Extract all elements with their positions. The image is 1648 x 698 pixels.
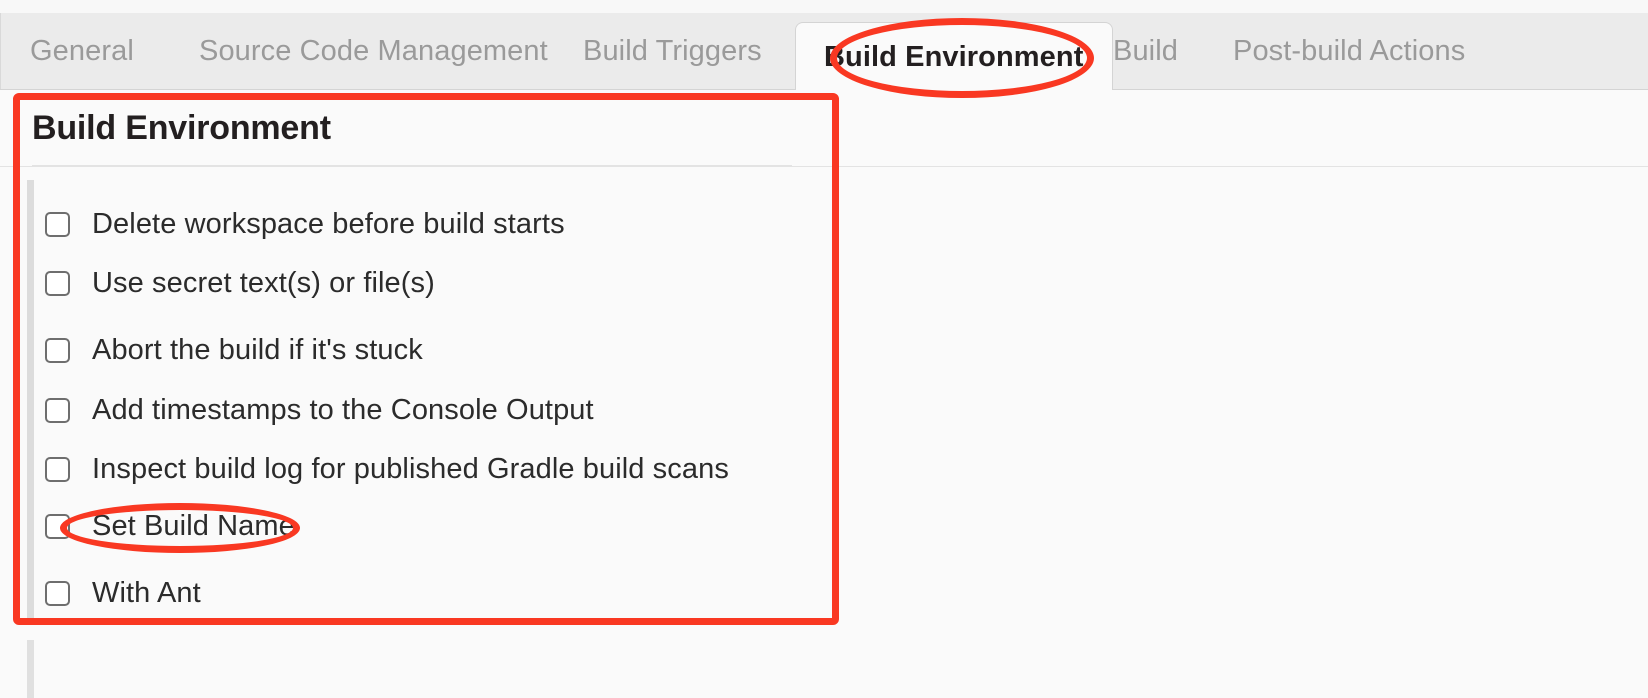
heading-divider [0,166,1648,167]
checkbox-set-build-name[interactable] [45,513,70,539]
checkbox-label: Use secret text(s) or file(s) [92,266,435,299]
tab-label: General [30,35,134,67]
tab-build[interactable]: Build [1113,13,1178,90]
checkbox-row-inspect-build-log-for-published-gradle-build-scans[interactable]: Inspect build log for published Gradle b… [45,452,729,485]
tab-label: Post-build Actions [1233,35,1466,67]
checkbox-inspect-build-log-for-published-gradle-build-scans[interactable] [45,456,70,482]
checkbox-abort-the-build-if-it-s-stuck[interactable] [45,337,70,363]
checkbox-label: Inspect build log for published Gradle b… [92,452,729,485]
build-environment-panel: Build Environment Delete workspace befor… [0,90,1648,698]
checkbox-delete-workspace-before-build-starts[interactable] [45,211,70,237]
checkbox-row-use-secret-text-s-or-file-s[interactable]: Use secret text(s) or file(s) [45,266,435,299]
tab-build-triggers[interactable]: Build Triggers [583,13,762,90]
heading-divider-inner [32,165,792,166]
tab-source-code-management[interactable]: Source Code Management [199,13,548,90]
top-strip [0,0,1648,13]
checkbox-label: With Ant [92,576,201,609]
tab-label: Build Triggers [583,35,762,67]
checkbox-row-abort-the-build-if-it-s-stuck[interactable]: Abort the build if it's stuck [45,333,423,366]
checkbox-label: Abort the build if it's stuck [92,333,423,366]
checkbox-row-add-timestamps-to-the-console-output[interactable]: Add timestamps to the Console Output [45,393,594,426]
tab-post-build-actions[interactable]: Post-build Actions [1233,13,1465,90]
tab-bar: General Source Code Management Build Trigg… [0,13,1648,91]
checkbox-row-set-build-name[interactable]: Set Build Name [45,509,295,542]
checkbox-add-timestamps-to-the-console-output[interactable] [45,397,70,423]
checkbox-label: Set Build Name [92,509,295,542]
checkbox-with-ant[interactable] [45,580,70,606]
checkbox-label: Add timestamps to the Console Output [92,393,594,426]
left-rail [27,180,34,623]
tab-label: Source Code Management [199,35,548,67]
left-rail-tail [27,640,34,698]
checkbox-row-delete-workspace-before-build-starts[interactable]: Delete workspace before build starts [45,207,565,240]
checkbox-row-with-ant[interactable]: With Ant [45,576,201,609]
tab-label: Build Environment [824,40,1084,73]
tab-label: Build [1113,35,1178,67]
tab-general[interactable]: General [30,13,134,90]
checkbox-use-secret-text-s-or-file-s[interactable] [45,270,70,296]
checkbox-label: Delete workspace before build starts [92,207,565,240]
tab-build-environment[interactable]: Build Environment [795,22,1113,91]
page-title: Build Environment [32,109,331,147]
